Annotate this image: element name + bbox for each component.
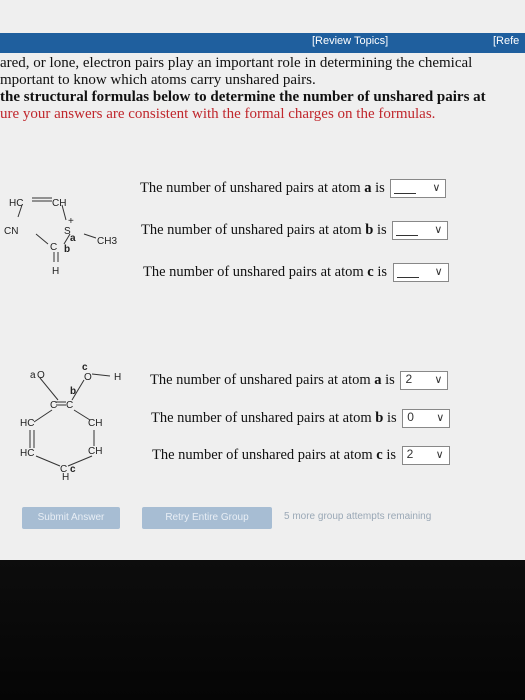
submit-answer-button[interactable]: Submit Answer <box>22 507 120 529</box>
label-a-1: a <box>70 233 76 244</box>
atom-hc-1: HC <box>9 198 23 209</box>
atom-o-1: O <box>37 370 45 381</box>
answer-select-2c[interactable]: 2 ∨ <box>401 446 450 465</box>
atom-ch3: CH3 <box>97 236 117 247</box>
question-1c: The number of unshared pairs at atom c i… <box>143 263 449 282</box>
label-b-2: b <box>70 386 76 397</box>
intro-line-4: ure your answers are consistent with the… <box>0 106 436 122</box>
monitor-bezel <box>0 560 525 700</box>
atom-ch-3: CH <box>88 446 102 457</box>
answer-select-1a[interactable]: ∨ <box>390 179 447 198</box>
atom-ch-2: CH <box>88 418 102 429</box>
label-b-1: b <box>64 244 70 255</box>
top-bar: [Review Topics] [Refe <box>0 33 525 53</box>
atom-hc-3: HC <box>20 448 34 459</box>
references-link[interactable]: [Refe <box>493 35 519 47</box>
atom-c-1: C <box>50 242 57 253</box>
molecule-2-structure: a O c O H b C C HC CH HC CH C c H <box>20 362 121 480</box>
atom-hc-2: HC <box>20 418 34 429</box>
atom-h-3: H <box>62 472 69 480</box>
atom-cn: CN <box>4 226 18 237</box>
question-1a: The number of unshared pairs at atom a i… <box>140 179 447 198</box>
atom-ch-1: CH <box>52 198 66 209</box>
question-2c: The number of unshared pairs at atom c i… <box>152 446 450 465</box>
answer-select-1c[interactable]: ∨ <box>392 263 449 282</box>
answer-select-2b[interactable]: 0 ∨ <box>402 409 451 428</box>
atom-c-3: C <box>66 400 73 411</box>
atom-o-2: O <box>84 372 92 383</box>
molecule-1-structure: HC CH CN S + a CH3 C b H <box>4 197 117 277</box>
plus-charge: + <box>68 216 74 227</box>
atom-h-1: H <box>52 266 59 277</box>
retry-entire-group-button[interactable]: Retry Entire Group <box>142 507 272 529</box>
atom-c-2: C <box>50 400 57 411</box>
answer-select-1b[interactable]: ∨ <box>392 221 449 240</box>
label-a-2: a <box>30 370 36 381</box>
instructions: ared, or lone, electron pairs play an im… <box>0 55 525 123</box>
intro-line-3: the structural formulas below to determi… <box>0 89 486 105</box>
question-2b: The number of unshared pairs at atom b i… <box>151 409 451 428</box>
intro-line-2: mportant to know which atoms carry unsha… <box>0 72 316 88</box>
label-c-3: c <box>70 464 76 475</box>
review-topics-link[interactable]: [Review Topics] <box>312 35 388 47</box>
question-2a: The number of unshared pairs at atom a i… <box>150 371 449 390</box>
attempts-remaining-text: 5 more group attempts remaining <box>284 511 432 522</box>
intro-line-1: ared, or lone, electron pairs play an im… <box>0 55 473 71</box>
atom-h-2: H <box>114 372 121 383</box>
question-1b: The number of unshared pairs at atom b i… <box>141 221 449 240</box>
screen: [Review Topics] [Refe ared, or lone, ele… <box>0 0 525 560</box>
answer-select-2a[interactable]: 2 ∨ <box>400 371 449 390</box>
